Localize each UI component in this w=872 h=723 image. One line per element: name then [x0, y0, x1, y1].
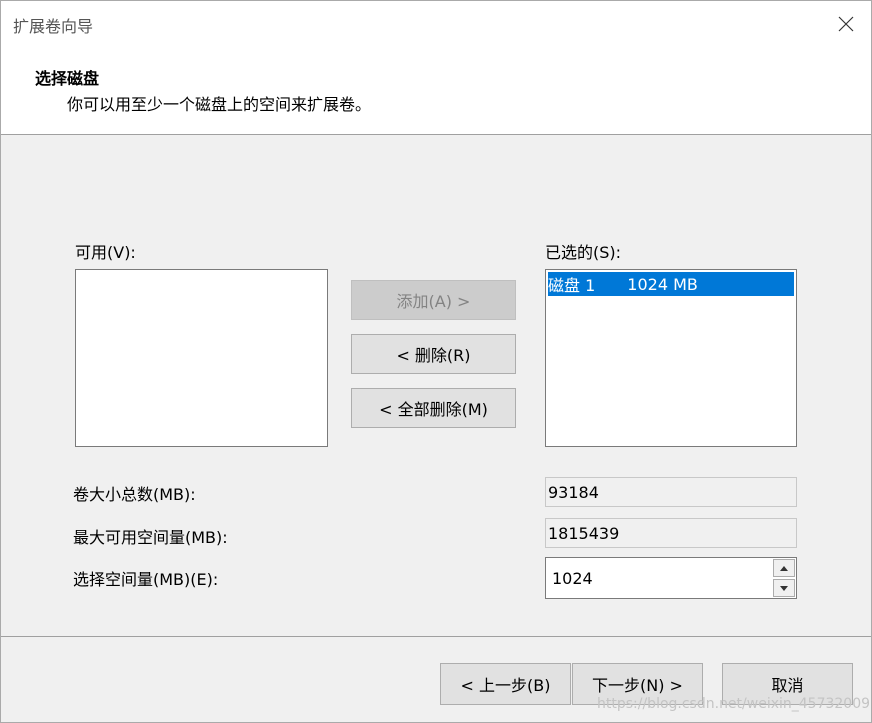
select-space-stepper: [545, 557, 797, 599]
spin-down-button[interactable]: [773, 579, 795, 597]
max-space-value: 1815439: [545, 518, 797, 548]
footer-separator: [1, 636, 871, 637]
disk-name: 磁盘 1: [548, 276, 596, 295]
window-title: 扩展卷向导: [13, 17, 94, 36]
available-label: 可用(V):: [75, 243, 136, 262]
spin-up-button[interactable]: [773, 559, 795, 577]
watermark: https://blog.csdn.net/weixin_45732009: [597, 696, 871, 712]
wizard-header: 选择磁盘 你可以用至少一个磁盘上的空间来扩展卷。: [1, 47, 871, 135]
remove-button[interactable]: < 删除(R): [351, 334, 516, 374]
close-icon: [838, 16, 854, 32]
remove-all-button[interactable]: < 全部删除(M): [351, 388, 516, 428]
spin-up-icon: [780, 565, 788, 571]
extend-volume-wizard-window: 扩展卷向导 选择磁盘 你可以用至少一个磁盘上的空间来扩展卷。 可用(V): 添加…: [0, 0, 872, 723]
add-button[interactable]: 添加(A) >: [351, 280, 516, 320]
select-space-label: 选择空间量(MB)(E):: [73, 570, 219, 589]
total-size-label: 卷大小总数(MB):: [73, 485, 196, 504]
disk-size: 1024 MB: [627, 274, 698, 294]
page-subtitle: 你可以用至少一个磁盘上的空间来扩展卷。: [67, 95, 372, 114]
total-size-value: 93184: [545, 477, 797, 507]
selected-label: 已选的(S):: [545, 243, 622, 262]
max-space-label: 最大可用空间量(MB):: [73, 528, 228, 547]
title-bar: 扩展卷向导: [1, 1, 871, 47]
available-disks-list[interactable]: [75, 269, 328, 447]
back-button[interactable]: < 上一步(B): [440, 663, 571, 705]
selected-disks-list[interactable]: 磁盘 1 1024 MB: [545, 269, 797, 447]
select-space-input[interactable]: [546, 558, 770, 598]
spin-down-icon: [780, 585, 788, 591]
close-button[interactable]: [829, 7, 863, 41]
list-item[interactable]: 磁盘 1 1024 MB: [548, 272, 794, 296]
page-title: 选择磁盘: [35, 69, 100, 88]
